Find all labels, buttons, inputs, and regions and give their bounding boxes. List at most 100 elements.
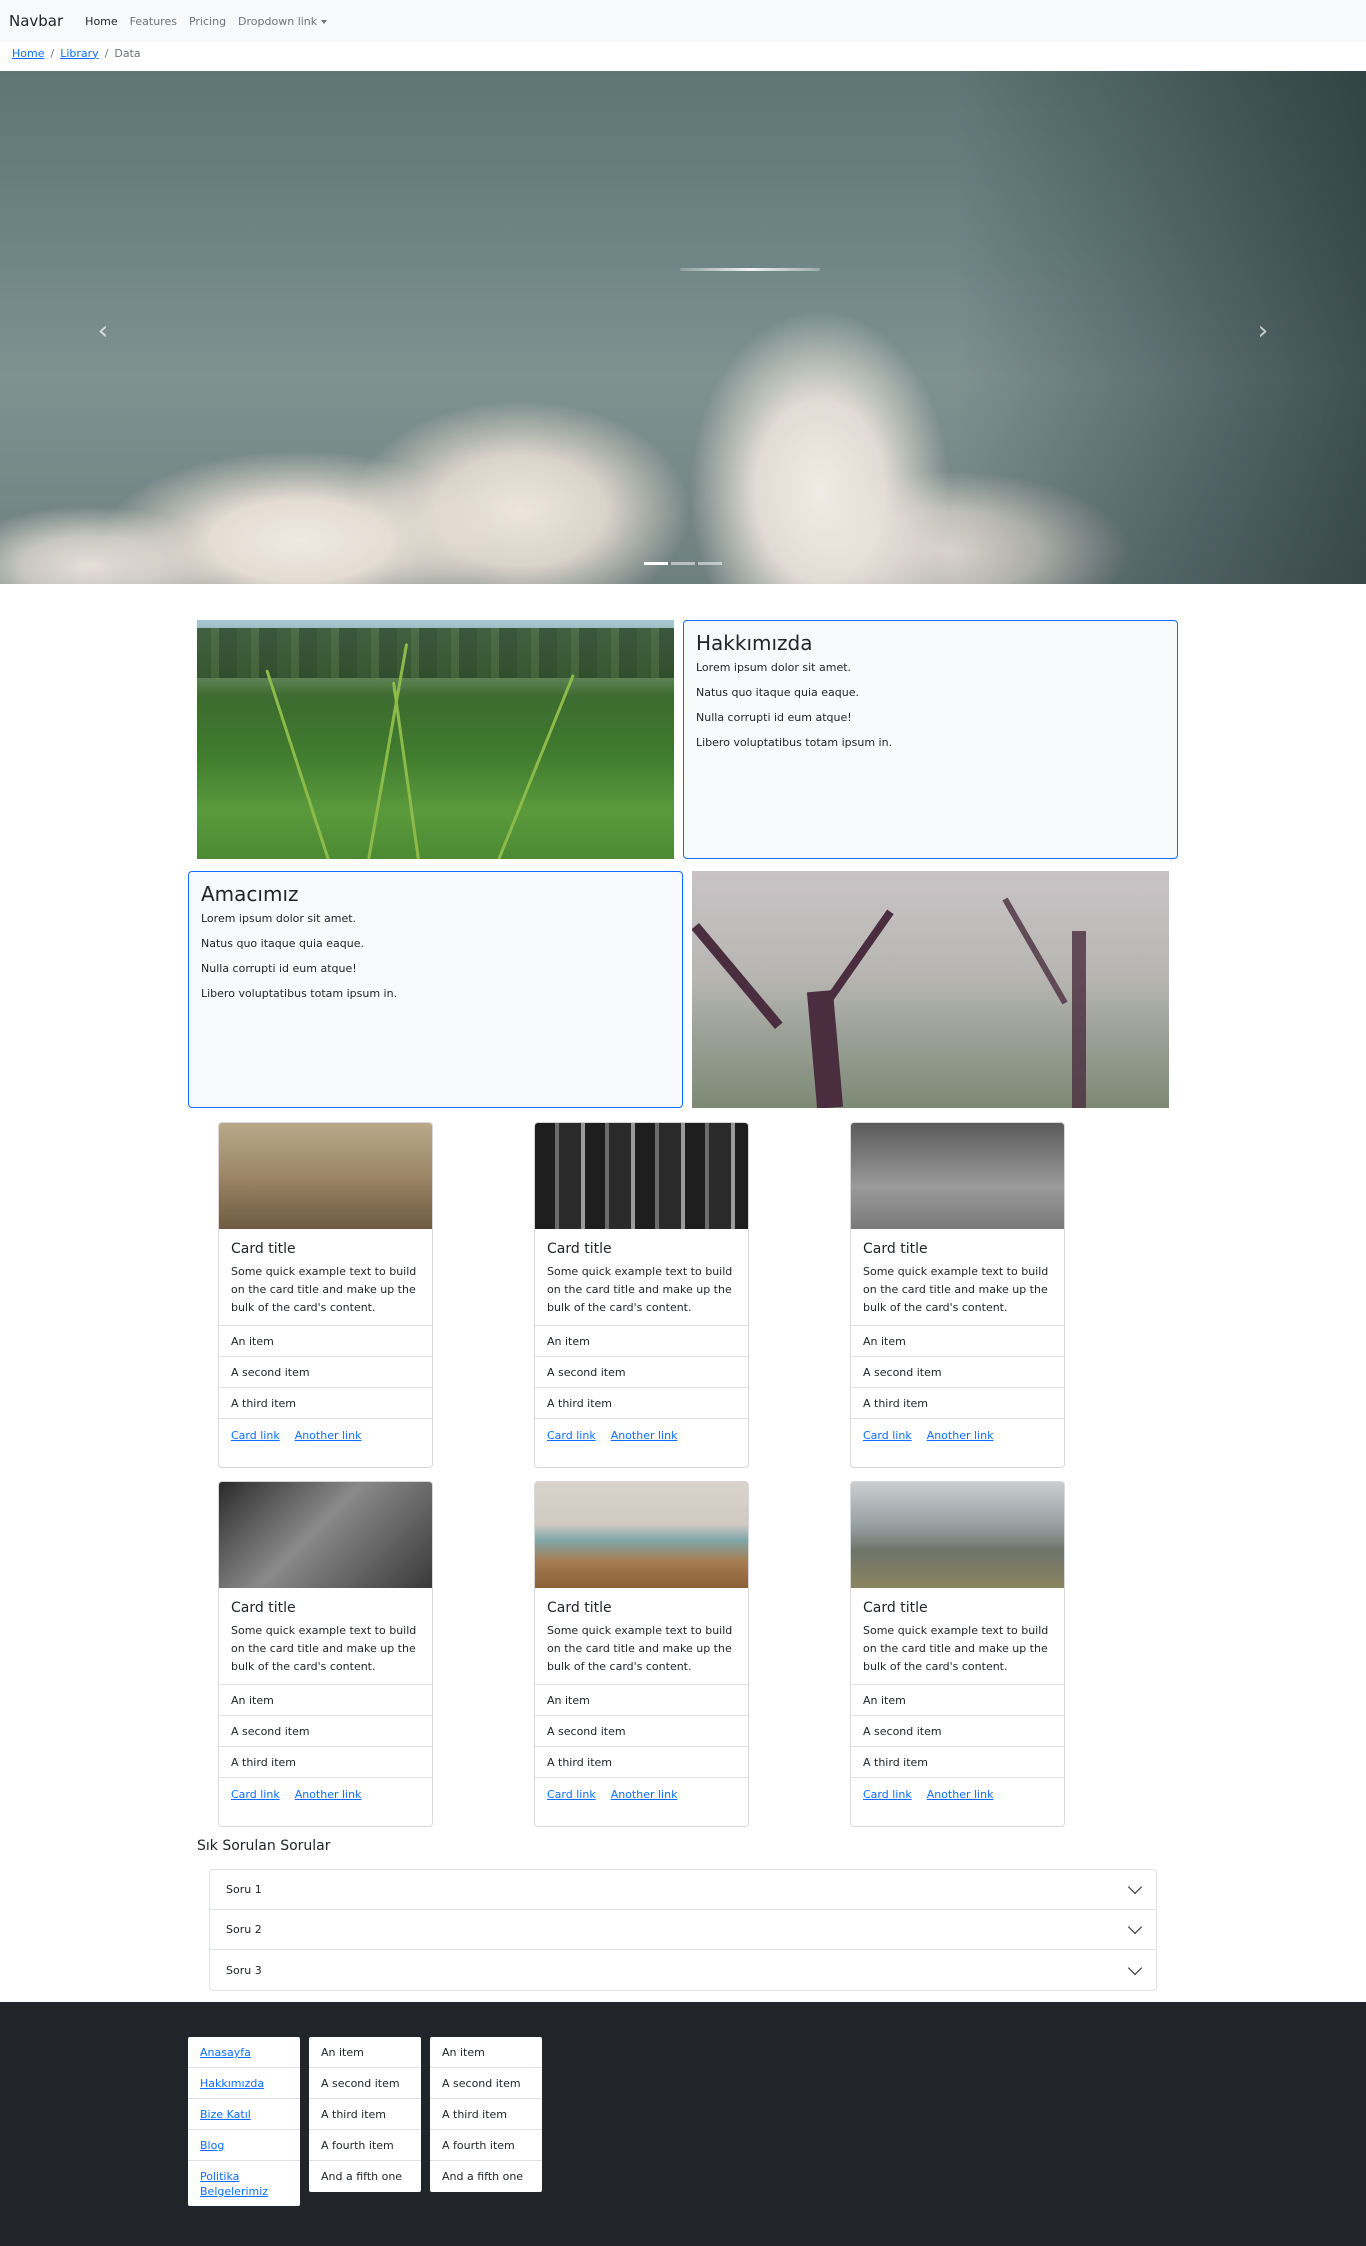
about-title: Hakkımızda	[696, 631, 813, 655]
breadcrumb-library[interactable]: Library	[60, 47, 98, 60]
carousel-indicator[interactable]	[671, 562, 695, 565]
carousel-indicator[interactable]	[644, 562, 668, 565]
about-line: Lorem ipsum dolor sit amet.	[696, 661, 852, 674]
card-list-item: A third item	[851, 1388, 1064, 1419]
card-list-item: A second item	[851, 1357, 1064, 1388]
card-another-link[interactable]: Another link	[927, 1429, 994, 1442]
carousel-indicator[interactable]	[698, 562, 722, 565]
purpose-line: Nulla corrupti id eum atque!	[201, 962, 357, 975]
card-link[interactable]: Card link	[547, 1788, 596, 1801]
footer-list-item: A third item	[309, 2099, 421, 2130]
faq-question-label: Soru 3	[226, 1963, 262, 1977]
card-title: Card title	[547, 1600, 612, 1616]
card-text: Some quick example text to build on the …	[863, 1624, 1049, 1673]
breadcrumb-separator: /	[50, 46, 55, 60]
card-link[interactable]: Card link	[863, 1429, 912, 1442]
card: Card title Some quick example text to bu…	[534, 1481, 749, 1827]
carousel-prev-icon[interactable]: ‹	[88, 311, 118, 351]
footer-list-item: And a fifth one	[321, 2170, 403, 2183]
faq-question-1[interactable]: Soru 1	[210, 1870, 1156, 1910]
card-image	[851, 1123, 1064, 1229]
nav-link-features[interactable]: Features	[130, 15, 177, 28]
chevron-down-icon	[1127, 1960, 1143, 1975]
card-list-item: A third item	[219, 1747, 432, 1778]
card-list-item: An item	[851, 1685, 1064, 1716]
about-card: Hakkımızda Lorem ipsum dolor sit amet. N…	[683, 620, 1178, 859]
card-another-link[interactable]: Another link	[295, 1788, 362, 1801]
card-link[interactable]: Card link	[547, 1429, 596, 1442]
purpose-line: Libero voluptatibus totam ipsum in.	[201, 987, 398, 1000]
about-line: Natus quo itaque quia eaque.	[696, 686, 859, 699]
card-image	[851, 1482, 1064, 1588]
tree-branch	[1002, 897, 1068, 1005]
faq-accordion: Soru 1 Soru 2 Soru 3	[209, 1869, 1157, 1991]
card-title: Card title	[231, 1600, 296, 1616]
card-another-link[interactable]: Another link	[611, 1788, 678, 1801]
hero-carousel: ‹ ›	[0, 71, 1366, 584]
card: Card title Some quick example text to bu…	[534, 1122, 749, 1468]
hero-image-contrail	[680, 268, 820, 271]
card-text: Some quick example text to build on the …	[863, 1265, 1049, 1314]
footer-links: Anasayfa Hakkımızda Bize Katıl Blog Poli…	[188, 2037, 300, 2206]
card-text: Some quick example text to build on the …	[231, 1624, 417, 1673]
card-list-item: A second item	[219, 1716, 432, 1747]
card-link[interactable]: Card link	[863, 1788, 912, 1801]
card-link[interactable]: Card link	[231, 1429, 280, 1442]
footer-list-item: A second item	[309, 2068, 421, 2099]
about-line: Nulla corrupti id eum atque!	[696, 711, 852, 724]
card-image	[535, 1123, 748, 1229]
card-title: Card title	[547, 1241, 612, 1257]
purpose-line: Lorem ipsum dolor sit amet.	[201, 912, 357, 925]
nav-dropdown-label: Dropdown link	[238, 14, 318, 28]
card-another-link[interactable]: Another link	[927, 1788, 994, 1801]
card-text: Some quick example text to build on the …	[547, 1265, 733, 1314]
card-title: Card title	[863, 1600, 928, 1616]
navbar-brand[interactable]: Navbar	[9, 12, 63, 30]
footer-link-policies[interactable]: Politika Belgelerimiz	[200, 2170, 268, 2198]
footer-link-home[interactable]: Anasayfa	[200, 2046, 251, 2059]
breadcrumb-home[interactable]: Home	[12, 47, 44, 60]
card-list-item: An item	[535, 1326, 748, 1357]
card-another-link[interactable]: Another link	[295, 1429, 362, 1442]
faq-question-3[interactable]: Soru 3	[210, 1950, 1156, 1990]
card-text: Some quick example text to build on the …	[547, 1624, 733, 1673]
card-text: Some quick example text to build on the …	[231, 1265, 417, 1314]
tree-branch	[692, 922, 783, 1030]
faq-title: Sık Sorulan Sorular	[197, 1838, 331, 1854]
breadcrumb-current: Data	[114, 46, 141, 60]
faq-question-2[interactable]: Soru 2	[210, 1910, 1156, 1950]
card-another-link[interactable]: Another link	[611, 1429, 678, 1442]
footer-link-about[interactable]: Hakkımızda	[200, 2077, 264, 2090]
footer-link-blog[interactable]: Blog	[200, 2139, 224, 2152]
footer-link-join[interactable]: Bize Katıl	[200, 2108, 251, 2121]
card-list-item: An item	[851, 1326, 1064, 1357]
card: Card title Some quick example text to bu…	[850, 1122, 1065, 1468]
card-list-item: An item	[535, 1685, 748, 1716]
card-list-item: A third item	[851, 1747, 1064, 1778]
footer-list-item: An item	[430, 2037, 542, 2068]
nav-link-home[interactable]: Home	[85, 15, 117, 28]
card-list-item: An item	[219, 1685, 432, 1716]
card-list-item: A third item	[219, 1388, 432, 1419]
nav-link-pricing[interactable]: Pricing	[189, 15, 226, 28]
footer-list: An item A second item A third item A fou…	[430, 2037, 542, 2192]
card-list-item: A second item	[851, 1716, 1064, 1747]
card-image	[219, 1123, 432, 1229]
carousel-indicators	[644, 562, 722, 565]
card-title: Card title	[231, 1241, 296, 1257]
card-image	[219, 1482, 432, 1588]
chevron-down-icon	[1127, 1879, 1143, 1895]
grass-blade	[497, 674, 575, 859]
card-link[interactable]: Card link	[231, 1788, 280, 1801]
breadcrumb: Home / Library / Data	[12, 44, 141, 62]
card-list-item: A third item	[535, 1388, 748, 1419]
card-list-item: A second item	[219, 1357, 432, 1388]
breadcrumb-separator: /	[104, 46, 109, 60]
nav-dropdown-link[interactable]: Dropdown link	[238, 14, 328, 28]
card-title: Card title	[863, 1241, 928, 1257]
carousel-next-icon[interactable]: ›	[1248, 311, 1278, 351]
footer-list-item: A fourth item	[430, 2130, 542, 2161]
card: Card title Some quick example text to bu…	[850, 1481, 1065, 1827]
navbar: Navbar Home Features Pricing Dropdown li…	[0, 0, 1366, 42]
caret-down-icon	[321, 19, 328, 24]
